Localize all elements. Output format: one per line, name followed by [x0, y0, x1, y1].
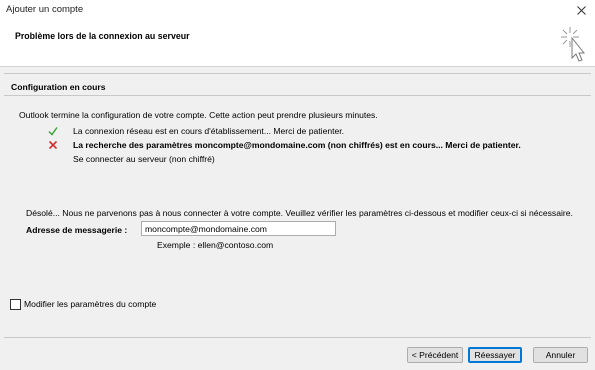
substep-text: Se connecter au serveur (non chiffré)	[73, 154, 215, 164]
checkmark-icon	[48, 127, 58, 136]
intro-text: Outlook termine la configuration de votr…	[19, 110, 378, 120]
page-heading: Problème lors de la connexion au serveur	[15, 31, 190, 41]
title-bar: Ajouter un compte	[0, 0, 595, 20]
modify-settings-label[interactable]: Modifier les paramètres du compte	[24, 299, 156, 309]
error-message: Désolé... Nous ne parvenons pas à nous c…	[26, 208, 573, 218]
window-title: Ajouter un compte	[6, 4, 84, 15]
section-title: Configuration en cours	[11, 82, 106, 92]
close-icon	[576, 5, 586, 15]
email-label: Adresse de messagerie :	[26, 225, 128, 235]
email-example: Exemple : ellen@contoso.com	[157, 240, 274, 250]
section-divider	[4, 95, 591, 96]
x-mark-icon	[48, 140, 58, 150]
retry-button[interactable]: Réessayer	[468, 347, 522, 363]
step-settings-text: La recherche des paramètres moncompte@mo…	[73, 140, 521, 150]
footer-divider	[4, 337, 591, 338]
back-button[interactable]: < Précédent	[407, 347, 463, 363]
cancel-button[interactable]: Annuler	[533, 347, 588, 363]
section-divider-top	[4, 73, 591, 74]
step-network-text: La connexion réseau est en cours d'établ…	[73, 126, 345, 136]
header-panel: Problème lors de la connexion au serveur	[0, 20, 595, 67]
modify-settings-checkbox[interactable]	[10, 299, 21, 310]
email-input[interactable]	[141, 221, 336, 236]
close-button[interactable]	[567, 0, 595, 20]
wizard-cursor-icon	[561, 27, 586, 62]
